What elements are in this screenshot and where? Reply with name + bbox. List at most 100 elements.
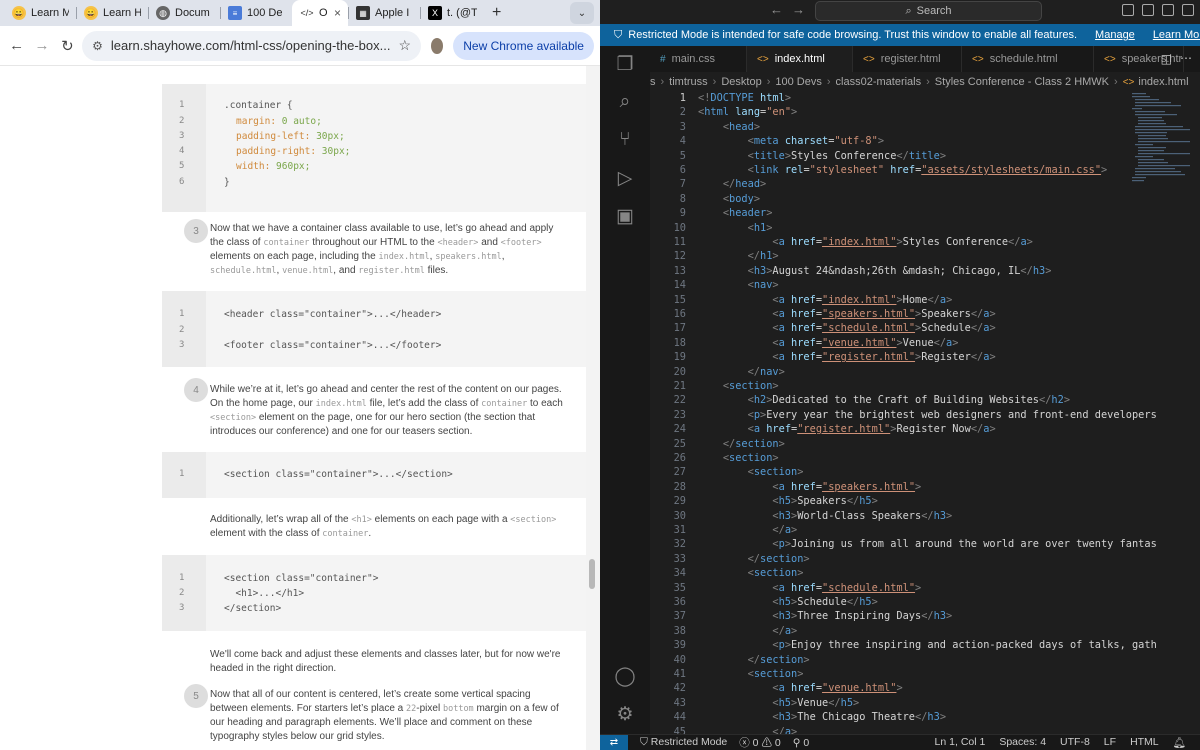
search-icon[interactable]: ⌕ [613,90,637,114]
breadcrumb-item[interactable]: 100 Devs [775,76,821,88]
globe-icon: ◍ [156,6,170,20]
editor-line: 4 <meta charset="utf-8"> [679,135,885,148]
language-mode[interactable]: HTML [1130,736,1159,749]
editor-line: 15 <a href="index.html">Home</a> [673,293,953,306]
editor-line: 3 <head> [679,120,761,133]
x-logo-icon: X [428,6,442,20]
editor-line: 6 <link rel="stylesheet" href="assets/st… [679,164,1108,176]
editor-line: 44 <h3>The Chicago Theatre</h3> [673,711,947,724]
editor-line: 42 <a href="venue.html"> [673,682,903,695]
editor-line: 29 <h5>Speakers</h5> [673,495,878,508]
customize-layout-icon[interactable] [1182,4,1194,16]
editor-line: 5 <title>Styles Conference</title> [679,149,947,162]
breadcrumb-item[interactable]: timtruss [669,76,708,88]
site-info-icon[interactable]: ⚙ [92,39,103,53]
breadcrumb-item[interactable]: Styles Conference - Class 2 HMWK [935,76,1109,88]
warning-icon: ⚠ [761,737,775,749]
browser-tab[interactable]: 😀 Learn H [76,0,148,26]
new-tab-button[interactable]: + [484,4,509,22]
tab-index-html[interactable]: <> index.html [747,46,853,72]
tab-search-button[interactable]: ⌄ [570,2,594,24]
step-3-paragraph: Now that we have a container class avail… [210,223,554,276]
grin-icon: 😀 [12,6,26,20]
ports-status[interactable]: ⚲ 0 [793,737,809,749]
explorer-icon[interactable]: ❐ [613,52,637,76]
code-block: 1 .container { 2 margin: 0 auto; 3 padding-… [162,84,586,212]
code-editor[interactable]: 1 <!DOCTYPE html> 2 <html lang="en"> 3 <he… [650,91,1200,734]
vscode-window: ← → ⌕ Search ⛉ Restricted Mode is intend… [600,0,1200,750]
browser-tab[interactable]: ◍ Docum [148,0,220,26]
editor-line: 7 </head> [679,178,767,191]
more-actions-icon[interactable]: ⋯ [1180,51,1192,65]
breadcrumb-item[interactable]: Desktop [721,76,761,88]
browser-tab[interactable]: ≡ 100 De [220,0,292,26]
tab-schedule-html[interactable]: <> schedule.html [962,46,1094,72]
url-text[interactable]: learn.shayhowe.com/html-css/opening-the-… [111,38,391,53]
editor-line: 9 <header> [679,207,773,220]
browser-tab-active[interactable]: </> Op × [292,0,348,26]
remote-indicator-icon[interactable]: ⇄ [600,734,628,750]
account-icon[interactable]: ◯ [613,664,637,688]
notifications-bell-icon[interactable]: 🔔︎ [1173,736,1186,749]
step-5-paragraph: Now that all of our content is centered,… [210,689,559,742]
back-arrow-icon[interactable]: ← [6,32,27,60]
tab-register-html[interactable]: <> register.html [853,46,962,72]
editor-line: 45 </a> [673,725,798,734]
activity-bar: ❐ ⌕ ⑂ ▷ ▣ ◯ ⚙ [600,46,650,734]
address-bar[interactable]: ⚙ learn.shayhowe.com/html-css/opening-th… [82,30,422,61]
encoding-status[interactable]: UTF-8 [1060,736,1090,749]
indentation-status[interactable]: Spaces: 4 [999,736,1046,749]
editor-line: 23 <p>Every year the brightest web desig… [673,408,1157,421]
editor-line: 2 <html lang="en"> [679,106,798,119]
editor-line: 41 <section> [673,668,804,680]
editor-line: 11 <a href="index.html">Styles Conferenc… [673,236,1033,248]
editor-line: 10 <h1> [673,221,773,234]
toggle-panel-icon[interactable] [1142,4,1154,16]
code-block: 1 <header class="container">...</header> … [162,291,586,367]
learn-more-link[interactable]: Learn More [1153,29,1200,41]
editor-line: 28 <a href="speakers.html"> [673,480,922,493]
manage-link[interactable]: Manage [1095,29,1135,41]
code-line: 3 <footer class="container">...</footer> [179,340,442,351]
extensions-icon[interactable]: ▣ [613,204,637,228]
editor-line: 20 </nav> [673,365,785,378]
browser-tab[interactable]: X t. (@Tir [420,0,484,26]
code-line: 2 [179,325,185,335]
toggle-secondary-sidebar-icon[interactable] [1162,4,1174,16]
restricted-mode-status[interactable]: ⛉ Restricted Mode [640,736,727,749]
reload-icon[interactable]: ↻ [57,32,78,60]
split-editor-icon[interactable]: ◫ [1161,52,1172,66]
editor-line: 32 <p>Joining us from all around the wor… [673,538,1157,551]
toggle-sidebar-icon[interactable] [1122,4,1134,16]
new-chrome-available-button[interactable]: New Chrome available [453,31,594,60]
source-control-icon[interactable]: ⑂ [613,128,637,152]
editor-tabs: # main.css <> index.html <> register.html <… [650,46,1200,72]
html-file-icon: <> [1122,76,1135,88]
run-debug-icon[interactable]: ▷ [613,166,637,190]
code-line: 5 width: 960px; [179,161,311,172]
minimap[interactable] [1130,91,1190,191]
cursor-position[interactable]: Ln 1, Col 1 [935,736,986,749]
bookmark-star-icon[interactable]: ☆ [398,37,411,54]
doc-icon: ≡ [228,6,242,20]
breadcrumb-item[interactable]: s [650,76,656,88]
breadcrumb-item[interactable]: class02-materials [836,76,922,88]
browser-tab[interactable]: ▦ Apple I [348,0,420,26]
close-tab-icon[interactable]: × [334,6,341,20]
editor-line: 30 <h3>World-Class Speakers</h3> [673,509,953,522]
tab-main-css[interactable]: # main.css [650,46,747,72]
problems-status[interactable]: ⓧ 0 ⚠ 0 [739,735,780,750]
back-arrow-icon[interactable]: ← [770,2,783,17]
browser-tab[interactable]: 😀 Learn M [4,0,76,26]
page-scrollbar-thumb[interactable] [589,559,595,589]
breadcrumb-item[interactable]: index.html [1138,76,1188,88]
page-scrollbar[interactable] [586,66,600,750]
eol-status[interactable]: LF [1104,736,1116,749]
editor-line: 39 <p>Enjoy three inspiring and action-p… [673,639,1157,652]
editor-line: 25 </section> [673,437,785,450]
command-center-search[interactable]: ⌕ Search [815,1,1042,21]
manage-gear-icon[interactable]: ⚙ [613,702,637,726]
profile-avatar[interactable] [431,37,444,54]
forward-arrow-icon[interactable]: → [792,2,805,17]
forward-arrow-icon[interactable]: → [31,32,52,60]
